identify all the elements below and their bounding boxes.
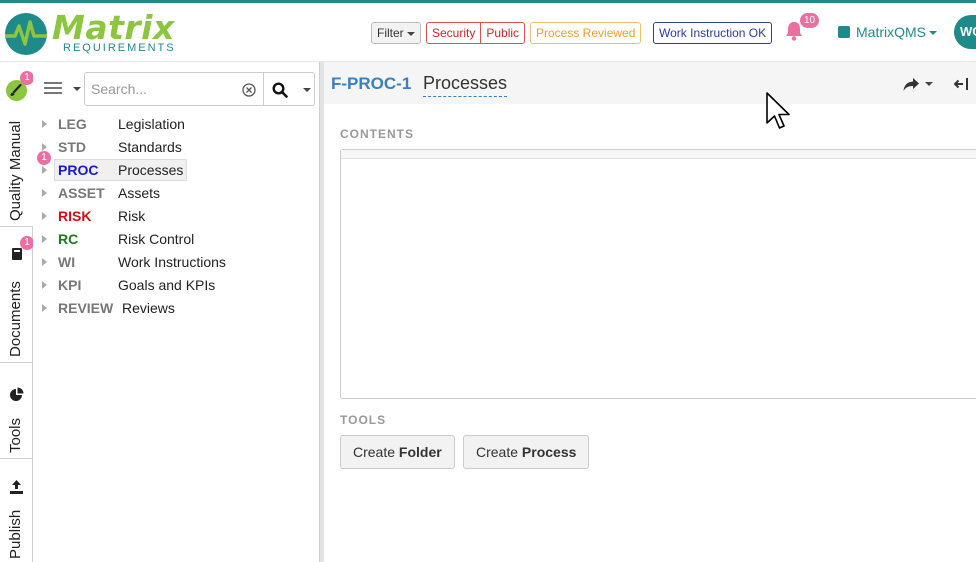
expand-triangle-icon[interactable] <box>42 166 47 174</box>
expand-triangle-icon[interactable] <box>42 120 47 128</box>
security-label-group: Security Public <box>426 22 526 44</box>
mouse-cursor-icon <box>766 92 790 129</box>
chevron-down-icon <box>929 31 937 36</box>
tree-item-code: KPI <box>58 277 82 293</box>
tree-item-name: Work Instructions <box>118 254 226 270</box>
tab-publish[interactable]: Publish <box>0 459 33 562</box>
tree-item-name: Standards <box>118 139 182 155</box>
tab-badge: 1 <box>20 236 34 250</box>
pie-chart-icon <box>10 387 24 401</box>
chevron-down-icon <box>406 31 415 36</box>
create-process-button[interactable]: Create Process <box>463 435 590 469</box>
tree-item-code: PROC <box>58 162 99 178</box>
tab-label: Documents <box>7 281 24 357</box>
tree-panel: LEG Legislation STD Standards 1 PROC Pro… <box>33 62 319 562</box>
hamburger-menu-icon[interactable] <box>44 82 62 96</box>
tree-item-name: Processes <box>118 162 184 178</box>
expand-triangle-icon[interactable] <box>42 143 47 151</box>
matrix-logo[interactable]: Matrix REQUIREMENTS <box>4 8 184 60</box>
project-square-icon <box>838 26 850 38</box>
contents-section-label: CONTENTS <box>340 127 414 141</box>
security-label-button[interactable]: Security <box>427 23 480 43</box>
tree-item-code: WI <box>58 254 76 270</box>
tree-item-name: Legislation <box>118 116 185 132</box>
tree-toolbar <box>33 70 319 106</box>
filter-dropdown-button[interactable]: Filter <box>371 22 421 44</box>
tree-item-code: RISK <box>58 208 92 224</box>
chevron-down-icon[interactable] <box>73 87 81 91</box>
collapse-left-icon[interactable] <box>954 76 970 92</box>
tree-item-name: Reviews <box>122 300 175 316</box>
contents-area <box>340 149 976 399</box>
search-icon <box>272 82 288 98</box>
expand-triangle-icon[interactable] <box>42 212 47 220</box>
expand-triangle-icon[interactable] <box>42 281 47 289</box>
button-strong: Process <box>521 444 577 460</box>
notification-count-badge: 10 <box>800 13 820 28</box>
expand-triangle-icon[interactable] <box>42 304 47 312</box>
tree-item-badge: 1 <box>37 151 51 165</box>
tree-item-leg[interactable]: LEG Legislation <box>33 113 319 135</box>
public-label-button[interactable]: Public <box>480 23 524 43</box>
tree-item-code: LEG <box>58 116 87 132</box>
tree-item-std[interactable]: STD Standards <box>33 136 319 158</box>
tree-item-code: REVIEW <box>58 300 114 316</box>
share-icon[interactable] <box>902 76 920 92</box>
logo-subtitle: REQUIREMENTS <box>63 42 176 54</box>
tree-item-asset[interactable]: ASSET Assets <box>33 182 319 204</box>
item-detail-panel: F-PROC-1 Processes CONTENTS TOOLS Create… <box>324 62 976 562</box>
tab-badge: 1 <box>20 71 34 85</box>
create-folder-button[interactable]: Create Folder <box>340 435 455 469</box>
user-avatar[interactable]: WC <box>954 15 976 49</box>
tree-item-name: Goals and KPIs <box>118 277 216 293</box>
tree-item-wi[interactable]: WI Work Instructions <box>33 251 319 273</box>
logo-pulse-icon <box>5 13 47 55</box>
project-selector[interactable]: MatrixQMS <box>838 24 937 40</box>
tree-item-code: RC <box>58 231 79 247</box>
tools-section-label: TOOLS <box>340 413 387 427</box>
tree-item-code: STD <box>58 139 86 155</box>
tree-search-input[interactable] <box>84 72 264 106</box>
tree-item-name: Assets <box>118 185 161 201</box>
button-prefix: Create <box>476 444 519 460</box>
tab-label: Tools <box>7 417 24 453</box>
item-id: F-PROC-1 <box>331 74 412 93</box>
tree-item-rc[interactable]: RC Risk Control <box>33 228 319 250</box>
clear-search-icon[interactable] <box>242 83 256 97</box>
item-title[interactable]: Processes <box>423 73 508 97</box>
tab-tools[interactable]: Tools <box>0 363 33 459</box>
work-instruction-ok-label-button[interactable]: Work Instruction OK <box>653 22 773 44</box>
project-name: MatrixQMS <box>856 24 926 40</box>
search-button[interactable] <box>264 72 315 106</box>
chevron-down-icon[interactable] <box>925 82 933 86</box>
tab-label: Publish <box>7 509 24 559</box>
top-bar: Matrix REQUIREMENTS Filter Security Publ… <box>0 0 976 62</box>
upload-icon <box>10 480 23 494</box>
tree-item-kpi[interactable]: KPI Goals and KPIs <box>33 274 319 296</box>
tree-item-proc[interactable]: 1 PROC Processes <box>33 151 319 181</box>
button-strong: Folder <box>398 444 442 460</box>
item-header: F-PROC-1 Processes <box>324 62 976 104</box>
tab-documents[interactable]: 1 Documents <box>0 227 34 363</box>
tree-item-name: Risk <box>118 208 146 224</box>
button-prefix: Create <box>353 444 396 460</box>
expand-triangle-icon[interactable] <box>42 235 47 243</box>
filter-label: Filter <box>377 26 404 40</box>
tree-item-review[interactable]: REVIEW Reviews <box>33 297 319 319</box>
tree-item-code: ASSET <box>58 185 105 201</box>
tab-label: Quality Manual <box>7 120 24 221</box>
tree-item-risk[interactable]: RISK Risk <box>33 205 319 227</box>
expand-triangle-icon[interactable] <box>42 258 47 266</box>
vertical-tab-rail: 1 Quality Manual 1 Documents Tools Publi… <box>0 62 34 562</box>
process-reviewed-label-button[interactable]: Process Reviewed <box>530 22 642 44</box>
tree-item-name: Risk Control <box>118 231 195 247</box>
expand-triangle-icon[interactable] <box>42 189 47 197</box>
tab-quality-manual[interactable]: 1 Quality Manual <box>0 62 34 227</box>
chevron-down-icon <box>303 88 311 92</box>
